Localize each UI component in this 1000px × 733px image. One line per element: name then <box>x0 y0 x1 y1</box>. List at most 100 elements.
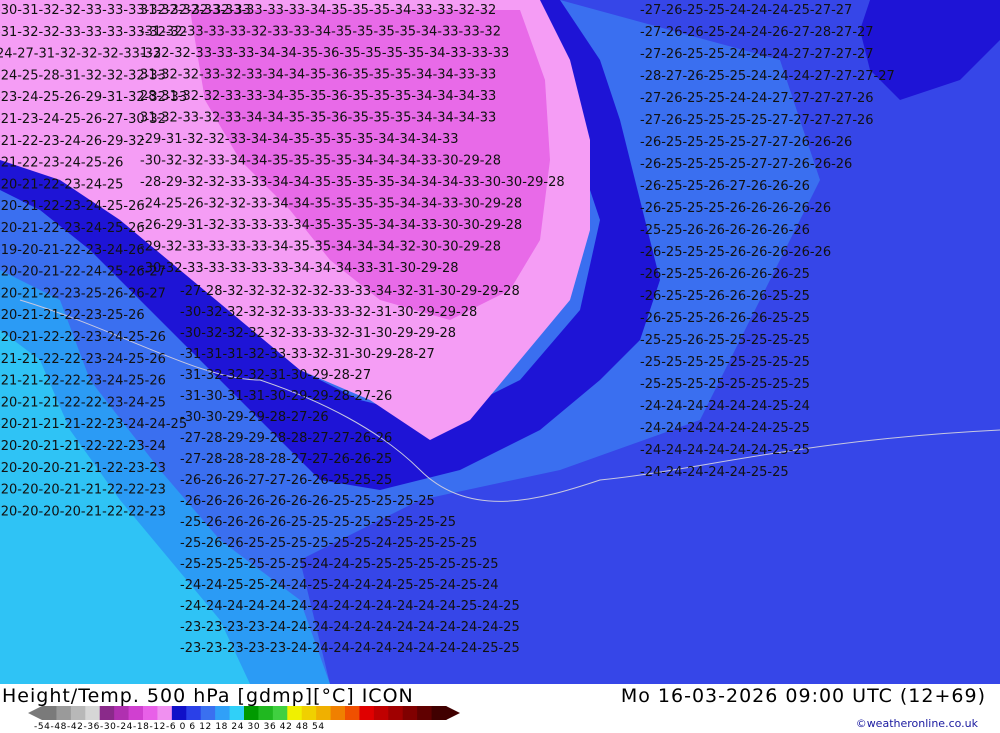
legend-swatch <box>186 706 202 720</box>
contour-label: -24-24-24-24-24-24-24-24-24-24-24-24-24-… <box>180 599 520 614</box>
contour-label: -27-26-25-25-24-24-24-25-27-27 <box>640 3 852 18</box>
contour-label: -20-21-22-23-25-26-26-27 <box>0 286 166 301</box>
contour-label: 24-27-31-32-32-32-33-32 <box>0 47 161 62</box>
credit-link[interactable]: ©weatheronline.co.uk <box>856 717 978 730</box>
legend-swatch <box>402 706 418 720</box>
contour-label: -20-21-22-23-24-25-26 <box>0 221 145 236</box>
contour-label: -27-26-25-25-24-24-24-27-27-27-27 <box>640 47 874 62</box>
legend-swatch <box>373 706 389 720</box>
contour-label: -26-25-25-25-26-26-26-26-26 <box>640 245 831 260</box>
contour-label: -30-32-32-32-32-33-33-33-32-31-30-29-29-… <box>180 305 477 320</box>
legend-swatch <box>244 706 259 720</box>
contour-label: -27-28-29-29-28-28-27-27-26-26 <box>180 431 392 446</box>
legend-swatch <box>229 706 245 720</box>
legend-swatch <box>417 706 433 720</box>
contour-label: -20-20-21-21-22-22-23-24 <box>0 439 166 454</box>
legend-swatch <box>42 706 57 720</box>
legend-swatch <box>99 706 115 720</box>
contour-label: -25-26-26-25-25-25-25-25-25-24-25-25-25-… <box>180 536 477 551</box>
contour-label: -30-32-32-33-34-34-35-35-35-35-34-34-34-… <box>140 154 501 169</box>
legend-swatch <box>359 706 375 720</box>
contour-label: -20-20-20-20-21-22-22-23 <box>0 504 166 519</box>
legend-swatch <box>200 706 216 720</box>
legend-swatch <box>388 706 404 720</box>
contour-label: -30-32-32-32-32-33-33-32-31-30-29-29-28 <box>180 326 456 341</box>
contour-label: -31-30-31-31-30-29-29-28-27-26 <box>180 389 392 404</box>
contour-label: -21-21-22-22-23-24-25-26 <box>0 374 166 389</box>
contour-label: -24-24-24-24-24-24-25-25 <box>640 421 810 436</box>
contour-label: -20-20-20-21-21-22-23-23 <box>0 461 166 476</box>
legend-swatch <box>345 706 360 720</box>
contour-label: 1-32-32-33-33-33-34-34-35-36-35-35-35-35… <box>140 46 509 61</box>
legend-color-bar <box>28 706 460 720</box>
contour-label: -24-24-24-24-24-24-25-24 <box>640 399 810 414</box>
contour-label: -27-26-26-25-24-24-26-27-28-27-27 <box>640 25 874 40</box>
contour-label: -26-29-31-32-33-33-33-34-35-35-35-34-34-… <box>140 218 522 233</box>
legend-ticks: -54-48-42-36-30-24-18-12-6 0 6 12 18 24 … <box>34 722 325 732</box>
legend-swatch <box>316 706 332 720</box>
contour-label: -31-32-32-33-33-33-33-32-32 <box>0 25 187 40</box>
contour-label: -24-24-25-25-24-24-25-24-24-24-25-25-24-… <box>180 578 499 593</box>
color-legend <box>28 706 460 720</box>
legend-swatch <box>330 706 346 720</box>
contour-label: -20-21-21-22-23-25-26 <box>0 308 145 323</box>
contour-label: -21-23-24-25-26-27-30-32 <box>0 112 166 127</box>
legend-swatch <box>143 706 158 720</box>
contour-label: -28-29-32-32-33-33-34-34-35-35-35-35-34-… <box>140 175 565 190</box>
temperature-field: 31-32-32-33-33-33-33-33-34-35-35-35-34-3… <box>0 0 1000 684</box>
contour-label: -27-26-25-25-25-25-27-27-27-27-26 <box>640 113 874 128</box>
contour-label: -25-25-25-25-25-25-25-25 <box>640 377 810 392</box>
map-datetime: Mo 16-03-2026 09:00 UTC (12+69) <box>620 685 986 707</box>
contour-label: -26-25-25-26-26-26-25-25 <box>640 311 810 326</box>
contour-label: -27-28-28-28-28-27-27-26-26-25 <box>180 452 392 467</box>
legend-swatch <box>301 706 317 720</box>
weather-map: 31-32-32-33-33-33-33-33-34-35-35-35-34-3… <box>0 0 1000 684</box>
legend-swatch <box>128 706 144 720</box>
contour-label: -24-24-24-24-24-24-25-25 <box>640 443 810 458</box>
contour-label: -23-23-23-23-24-24-24-24-24-24-24-24-24-… <box>180 620 520 635</box>
contour-label: -21-22-23-24-26-29-32 <box>0 134 145 149</box>
contour-label: -30-31-32-32-33-33-33-32-32-32-32-33 <box>0 3 251 18</box>
contour-label: -31-31-31-32-33-33-32-31-30-29-28-27 <box>180 347 435 362</box>
contour-label: -20-21-22-22-23-24-25-26 <box>0 330 166 345</box>
legend-swatch <box>431 706 447 720</box>
contour-label: -20-21-21-21-22-23-24-24-25 <box>0 417 187 432</box>
contour-label: -27-26-25-25-24-24-27-27-27-27-26 <box>640 91 874 106</box>
legend-swatch <box>114 706 130 720</box>
legend-arrow-left <box>28 706 42 720</box>
contour-label: -31-32-32-32-31-30-29-28-27 <box>180 368 371 383</box>
legend-swatch <box>258 706 274 720</box>
contour-label: -26-25-25-25-25-27-27-26-26-26 <box>640 157 852 172</box>
map-title: Height/Temp. 500 hPa [gdmp][°C] ICON <box>2 685 414 707</box>
contour-label: -25-25-25-25-25-25-25-25 <box>640 355 810 370</box>
contour-label: -27-28-32-32-32-32-32-33-33-34-32-31-30-… <box>180 284 520 299</box>
contour-label: -25-26-26-26-26-25-25-25-25-25-25-25-25 <box>180 515 456 530</box>
contour-label: -26-25-25-26-26-26-26-25 <box>640 267 810 282</box>
contour-label: -31-32-33-33-33-32-33-33-34-35-35-35-35-… <box>140 25 501 40</box>
contour-label: -30-32-33-33-33-33-33-34-34-34-33-31-30-… <box>140 261 459 276</box>
contour-label: -23-23-23-23-23-24-24-24-24-24-24-24-24-… <box>180 641 520 656</box>
legend-swatch <box>56 706 72 720</box>
contour-label: -29-32-33-33-33-33-34-35-35-34-34-34-32-… <box>140 240 501 255</box>
legend-swatch <box>215 706 231 720</box>
contour-label: -24-24-24-24-24-25-25 <box>640 465 789 480</box>
legend-swatch <box>157 706 173 720</box>
contour-label: -26-26-26-26-26-26-26-25-25-25-25-25 <box>180 494 435 509</box>
contour-label: -20-20-20-21-21-22-22-23 <box>0 483 166 498</box>
contour-label: -29-31-32-32-33-34-34-35-35-35-35-34-34-… <box>140 132 459 147</box>
contour-label: 31-32-33-32-33-34-34-35-35-36-35-35-35-3… <box>140 111 496 126</box>
contour-label: -24-25-26-32-32-33-34-34-35-35-35-35-34-… <box>140 197 522 212</box>
legend-swatch <box>287 706 303 720</box>
contour-label: -26-25-25-26-26-26-25-25 <box>640 289 810 304</box>
contour-label: -23-24-25-26-29-31-32-32-33 <box>0 90 187 105</box>
contour-label: -20-21-21-22-22-23-24-25 <box>0 395 166 410</box>
contour-label: -21-21-22-22-23-24-25-26 <box>0 352 166 367</box>
contour-label: -24-25-28-31-32-32-32-33 <box>0 68 166 83</box>
contour-label: -26-25-25-25-25-27-27-26-26-26 <box>640 135 852 150</box>
contour-label: -26-25-25-26-27-26-26-26 <box>640 179 810 194</box>
contour-label: -20-21-22-23-24-25-26 <box>0 199 145 214</box>
contour-label: 31-32-32-33-32-33-34-34-35-36-35-35-35-3… <box>140 68 496 83</box>
contour-label: -25-25-26-26-26-26-26-26 <box>640 223 810 238</box>
contour-label: -21-22-23-24-25-26 <box>0 156 123 171</box>
contour-label: -25-25-26-25-25-25-25-25 <box>640 333 810 348</box>
